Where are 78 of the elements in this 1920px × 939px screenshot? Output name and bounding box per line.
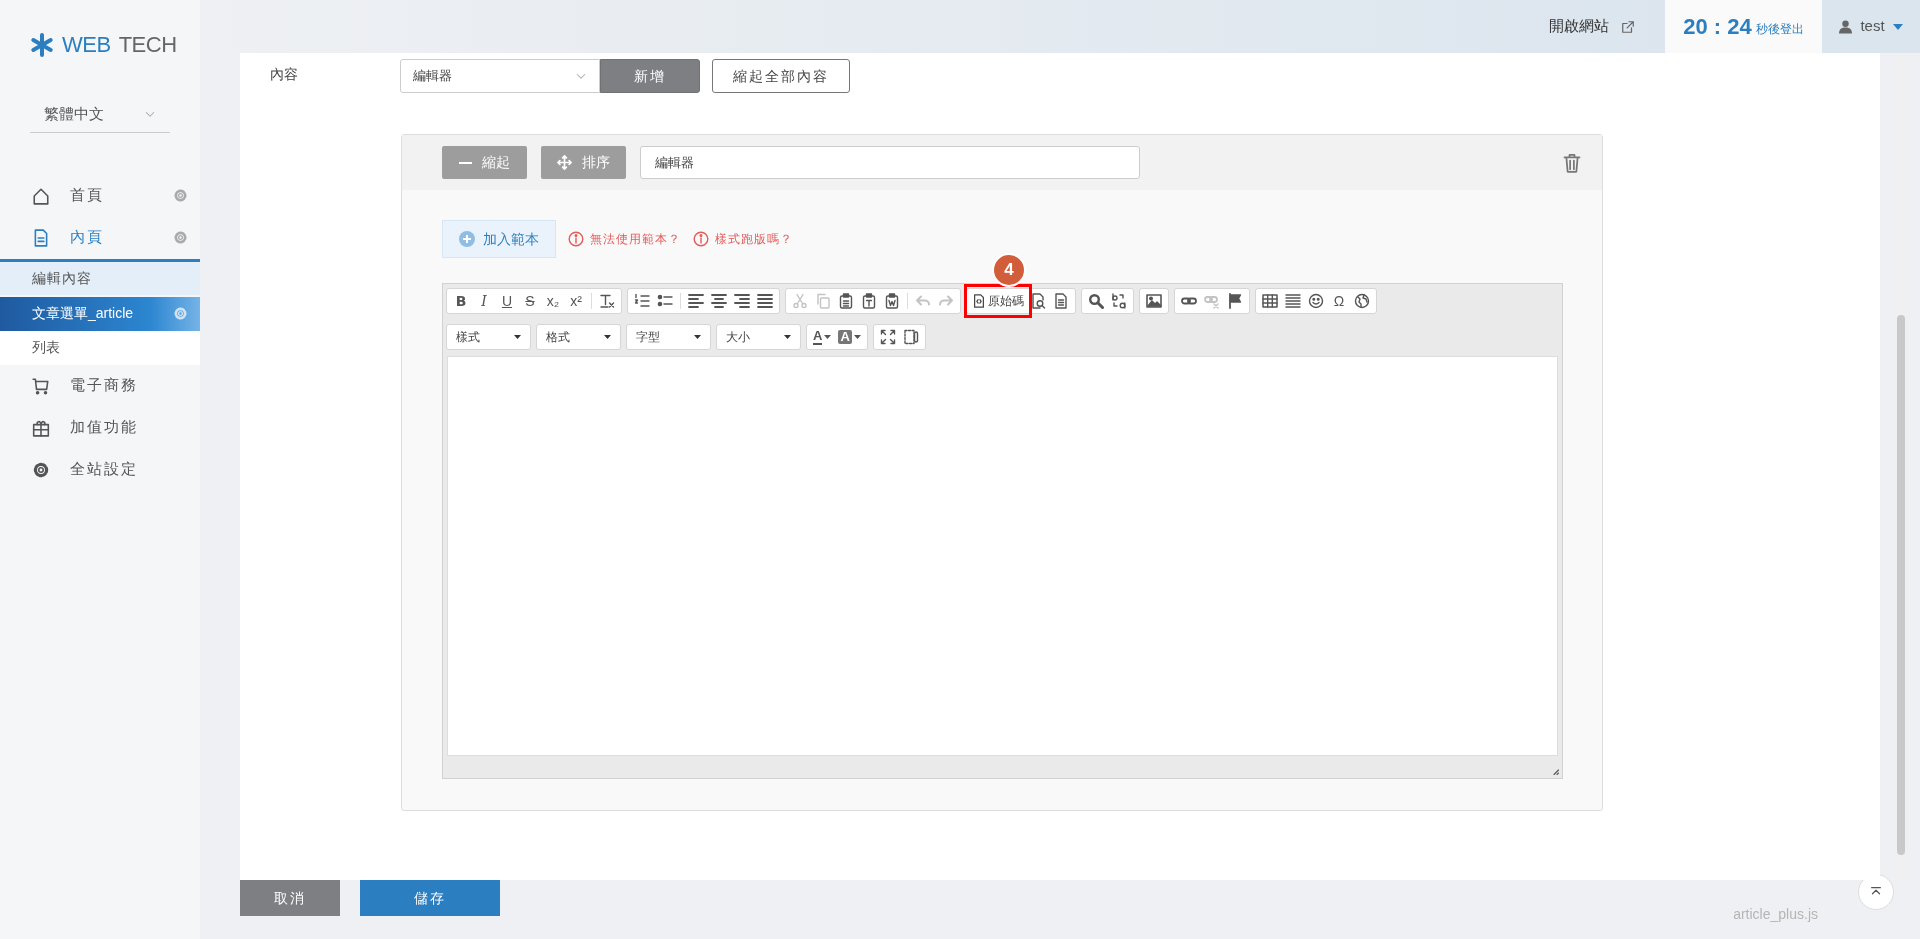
cancel-button[interactable]: 取消 [240, 880, 340, 916]
help-link[interactable]: 樣式跑版嗎？ [693, 230, 793, 248]
submenu-item[interactable]: 列表 [0, 330, 200, 365]
step-number-badge: 4 [992, 253, 1026, 287]
countdown-timer: 20 : 24 [1683, 13, 1752, 41]
format-button[interactable]: U [496, 291, 518, 311]
open-site-link[interactable]: 開啟網站 [1519, 0, 1665, 53]
save-button[interactable]: 儲存 [360, 880, 500, 916]
sidebar-item[interactable]: 內頁 [0, 216, 200, 259]
info-icon [568, 231, 584, 247]
minus-icon [459, 161, 472, 164]
external-link-icon [1621, 19, 1635, 34]
bullet-list-icon[interactable] [657, 293, 673, 309]
caret-icon [604, 335, 611, 339]
horizontal-lines-icon[interactable] [1285, 293, 1301, 309]
flag-icon[interactable] [1227, 293, 1243, 309]
clipboard-icon[interactable] [884, 293, 900, 309]
block-title-input[interactable]: 編輯器 [640, 146, 1140, 179]
numbered-list-icon[interactable] [634, 293, 650, 309]
sidebar-item[interactable]: 加值功能 [0, 406, 200, 449]
preview-icon[interactable] [1030, 293, 1046, 309]
format-button[interactable]: B [450, 291, 472, 311]
clipboard-icon[interactable] [838, 293, 854, 309]
user-menu[interactable]: test [1822, 0, 1920, 53]
language-select[interactable]: 繁體中文 [30, 103, 170, 133]
align-center-icon[interactable] [711, 293, 727, 309]
field-label: 內容 [270, 65, 299, 84]
code-file-icon [972, 294, 986, 308]
submenu-item[interactable]: 文章選單_article [0, 296, 200, 331]
logout-hint: 秒後登出 [1755, 21, 1804, 38]
clipboard-icon[interactable] [861, 293, 877, 309]
add-template-button[interactable]: 加入範本 [442, 220, 556, 258]
globe-icon[interactable] [1354, 293, 1370, 309]
maximize-icon[interactable] [879, 329, 896, 345]
show-blocks-icon[interactable] [902, 329, 919, 345]
caret-icon [784, 335, 791, 339]
add-button[interactable]: 新增 [600, 59, 700, 93]
align-left-icon[interactable] [688, 293, 704, 309]
justify-icon[interactable] [757, 293, 773, 309]
collapse-all-button[interactable]: 縮起全部內容 [712, 59, 850, 93]
clear-format-icon[interactable] [599, 293, 615, 309]
script-name: article_plus.js [1733, 905, 1818, 924]
format-button[interactable]: Ω [1328, 291, 1350, 311]
replace-icon[interactable] [1111, 293, 1127, 309]
sidebar-item[interactable]: 電子商務 [0, 364, 200, 407]
sidebar-item[interactable]: 首頁 [0, 174, 200, 217]
caret-icon [824, 335, 832, 339]
smiley-icon[interactable] [1308, 293, 1324, 309]
format-button[interactable]: I [473, 291, 495, 311]
format-button[interactable]: S [519, 291, 541, 311]
cart-icon [32, 376, 50, 395]
logo-text: TECH [118, 31, 177, 59]
sidebar-item[interactable]: 全站設定 [0, 448, 200, 491]
search-icon[interactable] [1088, 293, 1104, 309]
logo-text: WEB [62, 31, 111, 59]
format-button[interactable]: x₂ [542, 291, 564, 311]
user-icon [1839, 19, 1853, 34]
home-icon [32, 186, 50, 205]
asterisk-logo-icon [30, 32, 54, 57]
document-icon [32, 228, 50, 247]
submenu-item[interactable]: 編輯內容 [0, 258, 200, 295]
move-icon [557, 155, 572, 170]
caret-icon [514, 335, 521, 339]
help-link[interactable]: 無法使用範本？ [568, 230, 681, 248]
block-type-select[interactable]: 編輯器 [400, 59, 600, 93]
gift-icon [32, 418, 50, 437]
trash-icon[interactable] [1562, 152, 1582, 173]
align-right-icon[interactable] [734, 293, 750, 309]
info-icon [693, 231, 709, 247]
table-icon[interactable] [1262, 293, 1278, 309]
document-icon[interactable] [1053, 293, 1069, 309]
caret-icon [853, 335, 861, 339]
image-icon[interactable] [1146, 293, 1162, 309]
caret-icon [694, 335, 701, 339]
caret-icon [1892, 23, 1903, 30]
format-button[interactable]: x² [565, 291, 587, 311]
text-color-button[interactable]: A [813, 329, 832, 345]
plus-icon [459, 231, 475, 247]
